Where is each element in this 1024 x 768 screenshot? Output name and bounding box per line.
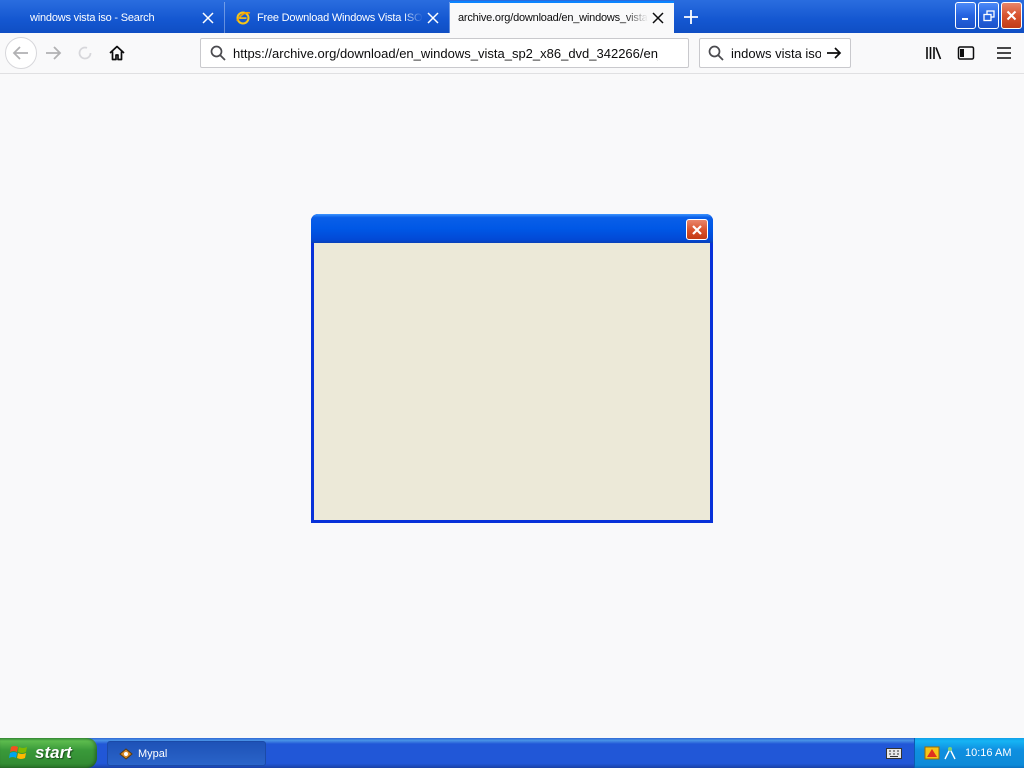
sidebar-icon — [957, 46, 975, 60]
search-icon — [210, 45, 226, 61]
start-label: start — [35, 743, 72, 762]
close-tab-icon[interactable] — [648, 8, 668, 28]
dialog-titlebar[interactable] — [311, 214, 713, 243]
menu-icon — [997, 47, 1011, 59]
reload-icon — [78, 46, 92, 60]
tab-archive[interactable]: archive.org/download/en_windows_vista — [450, 1, 674, 33]
tray-app-icon[interactable] — [924, 745, 940, 761]
search-input[interactable]: indows vista iso — [731, 46, 821, 61]
forward-button[interactable] — [38, 38, 68, 68]
menu-button[interactable] — [989, 38, 1019, 68]
clock[interactable]: 10:16 AM — [965, 747, 1011, 759]
home-icon — [109, 45, 125, 61]
tab-title: windows vista iso - Search — [30, 11, 155, 24]
mypal-app-icon — [119, 747, 133, 760]
tab-free-download[interactable]: Free Download Windows Vista ISO — [225, 2, 450, 33]
url-text[interactable]: https://archive.org/download/en_windows_… — [233, 46, 658, 61]
dialog-close-button[interactable] — [686, 219, 708, 240]
dialog-window — [311, 214, 713, 523]
reload-button[interactable] — [70, 38, 100, 68]
tab-title: Free Download Windows Vista ISO — [257, 11, 423, 24]
close-tab-icon[interactable] — [423, 8, 443, 28]
dialog-body — [314, 243, 710, 520]
taskbar: start Mypal 10:16 AM — [0, 738, 1024, 768]
ie-favicon-icon — [236, 11, 251, 24]
go-arrow-icon[interactable] — [825, 44, 843, 62]
taskbar-item-mypal[interactable]: Mypal — [107, 741, 266, 766]
search-icon — [708, 45, 724, 61]
tab-strip: windows vista iso - Search Free Download… — [0, 0, 1024, 33]
forward-icon — [46, 46, 62, 60]
window-close-button[interactable] — [1001, 2, 1022, 29]
search-bar[interactable]: indows vista iso — [699, 38, 851, 68]
keyboard-icon[interactable] — [886, 746, 902, 760]
sidebar-button[interactable] — [951, 38, 981, 68]
windows-logo-icon — [9, 746, 27, 759]
library-icon — [926, 47, 942, 60]
start-button[interactable]: start — [0, 738, 97, 768]
close-icon — [692, 224, 702, 235]
system-tray: 10:16 AM — [914, 738, 1024, 768]
navigation-toolbar: https://archive.org/download/en_windows_… — [0, 33, 1024, 74]
taskbar-item-label: Mypal — [138, 747, 168, 760]
close-tab-icon[interactable] — [198, 8, 218, 28]
back-icon — [12, 46, 28, 60]
new-tab-icon[interactable] — [677, 3, 705, 31]
back-button[interactable] — [5, 37, 37, 69]
restore-button[interactable] — [978, 2, 999, 29]
library-button[interactable] — [919, 38, 949, 68]
home-button[interactable] — [102, 38, 132, 68]
minimize-button[interactable] — [955, 2, 976, 29]
url-bar[interactable]: https://archive.org/download/en_windows_… — [200, 38, 689, 68]
tab-title: archive.org/download/en_windows_vista — [458, 12, 648, 24]
tab-search[interactable]: windows vista iso - Search — [0, 2, 225, 33]
network-icon[interactable] — [943, 745, 957, 761]
